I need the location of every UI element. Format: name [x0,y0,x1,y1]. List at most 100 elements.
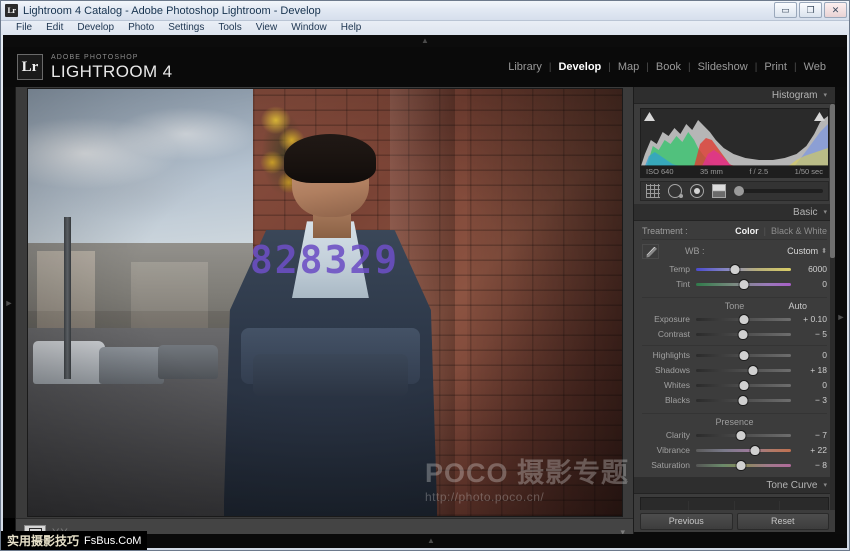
white-balance-selector-icon[interactable] [642,244,659,259]
photo-preview[interactable]: 828329 [28,89,622,516]
right-panel-collapse-strip[interactable]: ► [835,87,847,546]
slider-vibrance[interactable]: Vibrance + 22 [642,443,827,457]
slider-handle[interactable] [736,431,745,440]
chevron-up-icon: ▲ [421,37,429,45]
slider-contrast[interactable]: Contrast − 5 [642,327,827,341]
slider-track[interactable] [696,428,791,442]
slider-track[interactable] [696,393,791,407]
slider-exposure[interactable]: Exposure + 0.10 [642,312,827,326]
module-print[interactable]: Print [757,61,794,73]
chevron-right-icon: ► [837,312,846,322]
exif-shutter-speed: 1/50 sec [795,167,823,176]
module-map[interactable]: Map [611,61,646,73]
histogram-curves [641,110,828,166]
menu-item-help[interactable]: Help [334,21,369,35]
slider-shadows[interactable]: Shadows + 18 [642,363,827,377]
treatment-divider: | [764,226,766,236]
menu-item-window[interactable]: Window [284,21,334,35]
crop-overlay-icon[interactable] [646,184,660,198]
chevron-up-icon: ▲ [427,537,435,545]
slider-value: + 22 [797,445,827,455]
slider-track[interactable] [696,312,791,326]
menu-item-edit[interactable]: Edit [39,21,70,35]
slider-track[interactable] [696,363,791,377]
app-header: Lr ADOBE PHOTOSHOP LIGHTROOM 4 Library |… [3,47,847,87]
close-button[interactable]: ✕ [824,2,847,18]
photo-stage[interactable]: 828329 [16,87,633,518]
menu-item-settings[interactable]: Settings [161,21,211,35]
top-panel-collapse-bar[interactable]: ▲ [3,35,847,47]
treatment-label: Treatment : [642,226,688,236]
module-book[interactable]: Book [649,61,688,73]
slider-clarity[interactable]: Clarity − 7 [642,428,827,442]
menu-item-view[interactable]: View [249,21,285,35]
slider-highlights[interactable]: Highlights 0 [642,348,827,362]
module-develop[interactable]: Develop [551,61,608,73]
menu-item-file[interactable]: File [9,21,39,35]
slider-handle[interactable] [749,366,758,375]
module-slideshow[interactable]: Slideshow [691,61,755,73]
slider-handle[interactable] [739,381,748,390]
basic-panel-header[interactable]: Basic ▾ [634,204,835,221]
minimize-button[interactable]: ▭ [774,2,797,18]
wb-label: WB : [685,246,705,256]
red-eye-icon[interactable] [690,184,704,198]
slider-handle[interactable] [736,461,745,470]
menu-bar: File Edit Develop Photo Settings Tools V… [1,21,849,35]
slider-track[interactable] [696,458,791,472]
slider-track[interactable] [696,327,791,341]
adjustment-brush-icon[interactable] [734,189,823,193]
menu-item-photo[interactable]: Photo [121,21,161,35]
slider-tint[interactable]: Tint 0 [642,277,827,291]
treatment-option-black-and-white[interactable]: Black & White [771,226,827,236]
menu-item-develop[interactable]: Develop [70,21,121,35]
basic-panel-title: Basic [793,207,817,218]
slider-temp[interactable]: Temp 6000 [642,262,827,276]
slider-handle[interactable] [738,396,747,405]
maximize-button[interactable]: ❐ [799,2,822,18]
content-area: 828329 POCO 摄影专题 http://photo.poco.cn/ Y… [15,87,633,546]
slider-handle[interactable] [739,351,748,360]
histogram-panel-title: Histogram [772,90,818,101]
left-panel-collapse-strip[interactable]: ► [3,87,15,518]
slider-handle[interactable] [739,315,748,324]
module-library[interactable]: Library [501,61,549,73]
slider-value: − 5 [797,329,827,339]
slider-handle[interactable] [739,280,748,289]
slider-label: Clarity [642,430,690,440]
module-web[interactable]: Web [797,61,833,73]
auto-tone-button[interactable]: Auto [788,301,807,311]
slider-track[interactable] [696,443,791,457]
tone-curve-panel-header[interactable]: Tone Curve ▾ [634,477,835,494]
wb-dropdown-icon[interactable]: ⬍ [821,247,827,255]
slider-value: 0 [797,279,827,289]
exif-iso: ISO 640 [646,167,674,176]
wb-preset-value[interactable]: Custom [787,246,818,256]
histogram-chart[interactable]: ISO 640 35 mm f / 2.5 1/50 sec [640,108,829,178]
slider-label: Vibrance [642,445,690,455]
menu-item-tools[interactable]: Tools [211,21,248,35]
title-bar: Lr Lightroom 4 Catalog - Adobe Photoshop… [1,1,849,21]
graduated-filter-icon[interactable] [712,184,726,198]
slider-handle[interactable] [738,330,747,339]
slider-handle[interactable] [750,446,759,455]
slider-blacks[interactable]: Blacks − 3 [642,393,827,407]
slider-label: Blacks [642,395,690,405]
previous-button[interactable]: Previous [640,513,733,530]
histogram-panel-header[interactable]: Histogram ▾ [634,87,835,104]
slider-saturation[interactable]: Saturation − 8 [642,458,827,472]
slider-handle[interactable] [730,265,739,274]
slider-label: Temp [642,264,690,274]
tone-divider [642,345,827,346]
reset-button[interactable]: Reset [737,513,830,530]
slider-whites[interactable]: Whites 0 [642,378,827,392]
treatment-row: Treatment : Color | Black & White [642,225,827,240]
slider-track[interactable] [696,262,791,276]
slider-value: + 0.10 [797,314,827,324]
slider-track[interactable] [696,378,791,392]
spot-removal-icon[interactable] [668,184,682,198]
treatment-option-color[interactable]: Color [735,226,759,236]
slider-track[interactable] [696,277,791,291]
slider-track[interactable] [696,348,791,362]
slider-value: − 8 [797,460,827,470]
